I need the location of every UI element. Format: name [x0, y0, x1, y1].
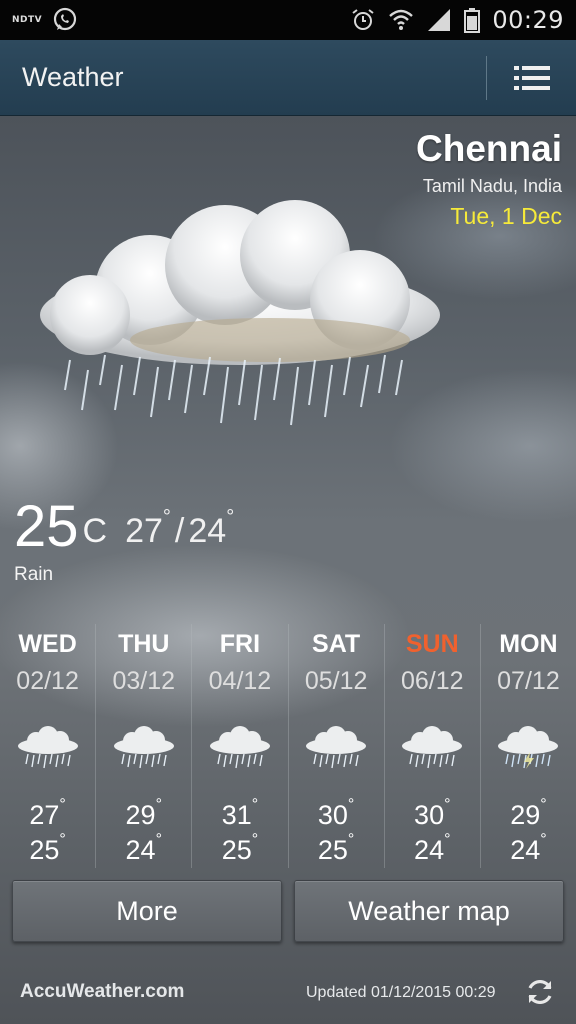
forecast-date: 06/12	[400, 667, 464, 695]
forecast-day-name: WED	[18, 630, 77, 658]
forecast-date: 04/12	[208, 667, 272, 695]
rain-cloud-icon	[40, 200, 440, 426]
signal-icon	[428, 9, 451, 31]
current-temperature: 25	[14, 494, 79, 559]
forecast-high-value: 30	[317, 800, 348, 830]
forecast-low-value: 25	[317, 835, 348, 865]
degree-symbol: °	[251, 796, 259, 813]
wifi-icon	[389, 9, 414, 30]
battery-icon	[464, 8, 481, 33]
menu-icon[interactable]	[508, 60, 556, 96]
action-bar: Weather	[0, 40, 576, 116]
forecast-day-thu: THU 03/12 29° 24°	[96, 624, 193, 868]
forecast-day-name: THU	[118, 630, 170, 658]
status-time: 00:29	[492, 6, 564, 34]
forecast-day-wed: WED 02/12 27° 25°	[0, 624, 97, 868]
forecast-high: 31°	[221, 796, 258, 831]
degree-symbol: °	[444, 796, 451, 813]
forecast-high: 30°	[317, 796, 354, 831]
thunderstorm-cloud-icon	[498, 726, 559, 769]
forecast-high: 29°	[510, 796, 546, 831]
degree-symbol: °	[540, 831, 547, 848]
forecast-day-name: SAT	[312, 630, 361, 658]
today-low: 24	[188, 512, 227, 550]
city-region: Tamil Nadu, India	[422, 176, 562, 196]
forecast-low-value: 25	[29, 835, 60, 865]
forecast-low-value: 24	[510, 835, 541, 865]
forecast-day-mon: MON 07/12 29° 24°	[481, 624, 576, 868]
degree-symbol: °	[347, 831, 355, 848]
rain-cloud-icon	[113, 726, 174, 769]
degree-symbol: °	[162, 506, 171, 528]
forecast-low: 24°	[125, 831, 162, 866]
forecast-low-value: 24	[125, 835, 156, 865]
rain-cloud-icon	[306, 726, 367, 769]
forecast-low-value: 24	[414, 835, 445, 865]
rain-cloud-icon	[402, 726, 463, 769]
degree-symbol: °	[347, 796, 355, 813]
forecast-day-sat: SAT 05/12 30° 25°	[289, 624, 385, 868]
more-button[interactable]: More	[12, 880, 282, 942]
status-bar: NDTV 00:29	[0, 0, 576, 40]
updated-timestamp: Updated 01/12/2015 00:29	[306, 984, 496, 1001]
forecast-low: 24°	[414, 831, 450, 866]
city-name: Chennai	[416, 128, 562, 169]
forecast-date: 07/12	[497, 667, 560, 695]
forecast-high-value: 30	[414, 800, 445, 830]
rain-cloud-icon	[209, 726, 270, 769]
action-bar-divider	[486, 56, 487, 100]
current-condition: Rain	[14, 564, 54, 585]
refresh-icon[interactable]	[524, 976, 556, 1008]
degree-symbol: °	[155, 831, 162, 848]
accuweather-logo[interactable]: AccuWeather.com	[20, 981, 184, 1003]
forecast-high-value: 31	[221, 800, 252, 830]
forecast-day-name: SUN	[405, 630, 459, 658]
forecast-day-name: MON	[499, 630, 558, 658]
forecast-low: 25°	[29, 831, 65, 866]
forecast-low: 24°	[510, 831, 546, 866]
degree-symbol: °	[226, 506, 235, 528]
degree-symbol: °	[59, 831, 66, 848]
rain-cloud-icon	[17, 726, 78, 769]
whatsapp-icon	[54, 7, 77, 31]
forecast-high: 27°	[29, 796, 65, 831]
alarm-icon	[352, 9, 374, 30]
degree-symbol: °	[444, 831, 451, 848]
today-high: 27	[125, 512, 163, 550]
forecast-day-name: FRI	[219, 630, 261, 658]
weather-map-button[interactable]: Weather map	[294, 880, 564, 942]
today-high-low: 27 ° / 24 °	[125, 506, 234, 551]
slash-separator: /	[174, 512, 185, 550]
forecast-day-fri: FRI 04/12 31° 25°	[192, 624, 289, 868]
temperature-unit: C	[82, 512, 108, 550]
degree-symbol: °	[540, 796, 547, 813]
degree-symbol: °	[155, 796, 162, 813]
forecast-day-sun: SUN 06/12 30° 24°	[385, 624, 481, 868]
forecast-low-value: 25	[221, 835, 252, 865]
degree-symbol: °	[251, 831, 259, 848]
forecast-high-value: 29	[125, 800, 156, 830]
forecast-high: 30°	[414, 796, 450, 831]
forecast-high: 29°	[125, 796, 162, 831]
forecast-date: 03/12	[112, 667, 176, 695]
forecast-high-value: 29	[510, 800, 541, 830]
forecast-low: 25°	[221, 831, 258, 866]
forecast-high-value: 27	[29, 800, 60, 830]
forecast-date: 05/12	[304, 667, 368, 695]
current-temperature-block: 25 C 27 ° / 24 °	[14, 498, 234, 556]
forecast-low: 25°	[317, 831, 354, 866]
ndtv-notification-label: NDTV	[12, 15, 43, 25]
degree-symbol: °	[59, 796, 66, 813]
app-title: Weather	[22, 62, 124, 92]
forecast-row: WED 02/12 27° 25° THU 03/12 29° 24° FRI …	[0, 624, 576, 868]
forecast-date: 02/12	[16, 667, 79, 695]
